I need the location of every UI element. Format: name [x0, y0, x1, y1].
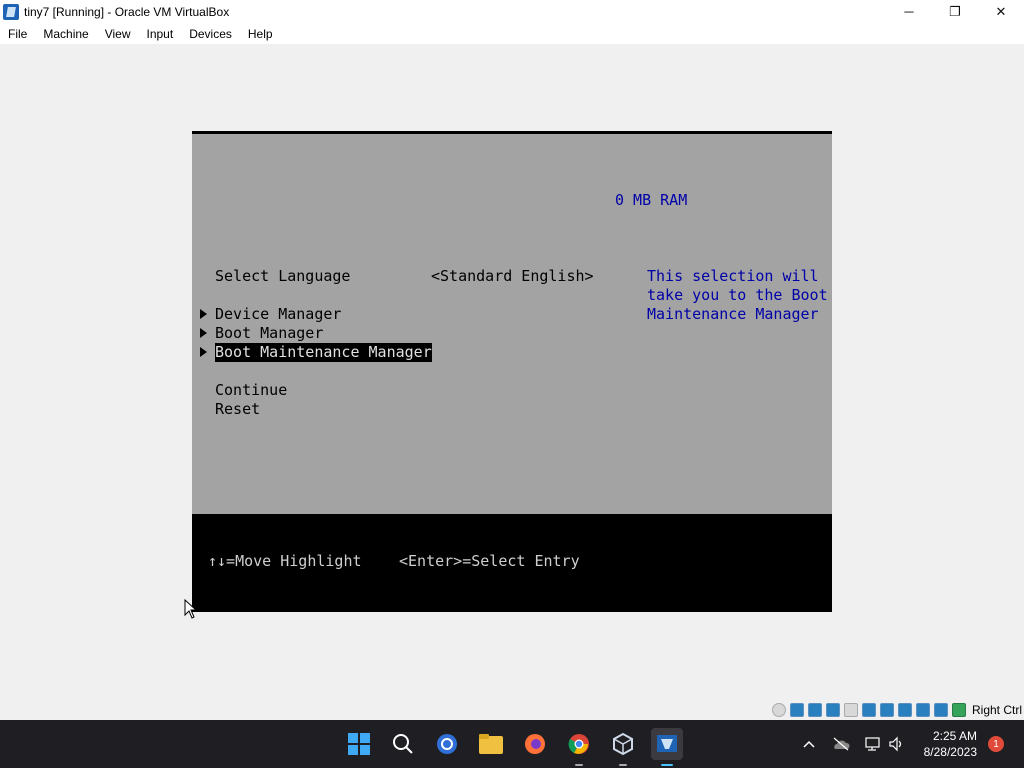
- submenu-arrow-icon: [200, 328, 207, 338]
- onedrive-offline-icon: [833, 737, 850, 751]
- menubar: File Machine View Input Devices Help: [0, 23, 1024, 44]
- video-capture-icon[interactable]: [861, 702, 876, 717]
- vram-icon[interactable]: [915, 702, 930, 717]
- network-icon[interactable]: [807, 702, 822, 717]
- submenu-arrow-icon: [200, 347, 207, 357]
- start-button[interactable]: [343, 728, 375, 760]
- menu-item-device-manager[interactable]: Device Manager: [215, 305, 341, 324]
- usb-icon[interactable]: [789, 702, 804, 717]
- screen-icon[interactable]: [879, 702, 894, 717]
- optical-drive-icon[interactable]: [771, 702, 786, 717]
- taskbar-app-virtualbox-manager[interactable]: [607, 728, 639, 766]
- virtualbox-icon: [3, 3, 19, 20]
- start-icon: [348, 733, 370, 755]
- display-icon[interactable]: [843, 702, 858, 717]
- menu-item-boot-manager[interactable]: Boot Manager: [215, 324, 323, 343]
- language-value[interactable]: <Standard English>: [431, 267, 594, 286]
- search-icon: [393, 734, 413, 754]
- help-text-line: Maintenance Manager: [647, 305, 819, 323]
- window-title: tiny7 [Running] - Oracle VM VirtualBox: [24, 4, 230, 19]
- shared-folders-icon[interactable]: [825, 702, 840, 717]
- vm-statusbar: Right Ctrl: [0, 699, 1024, 720]
- help-text-line: This selection will: [647, 267, 819, 285]
- host-key-icon[interactable]: [951, 702, 966, 717]
- clock[interactable]: 2:25 AM 8/28/2023: [924, 728, 977, 760]
- taskbar: 2:25 AM 8/28/2023 1: [0, 720, 1024, 768]
- mouse-pointer-icon: [184, 599, 196, 619]
- continue-option[interactable]: Continue: [215, 381, 287, 400]
- running-indicator: [619, 764, 627, 766]
- network-icon: [865, 737, 880, 751]
- onedrive-tray[interactable]: [830, 720, 852, 768]
- menu-view[interactable]: View: [105, 27, 131, 41]
- help-text-line: take you to the Boot: [647, 286, 828, 304]
- host-key-label: Right Ctrl: [971, 702, 1022, 717]
- virtualbox-manager-icon: [613, 732, 633, 756]
- ram-info: 0 MB RAM: [615, 191, 688, 209]
- select-language-label[interactable]: Select Language: [215, 267, 350, 286]
- cortana-icon: [437, 734, 457, 754]
- chevron-up-icon: [803, 740, 815, 748]
- footer-move-hint: ↑↓=Move Highlight: [208, 552, 362, 570]
- menu-item-boot-maintenance-manager[interactable]: Boot Maintenance Manager: [215, 343, 432, 362]
- network-tray[interactable]: [862, 720, 884, 768]
- window-controls: ─ ❐ ✕: [886, 0, 1024, 23]
- notification-badge[interactable]: 1: [988, 736, 1004, 752]
- close-button[interactable]: ✕: [978, 0, 1024, 23]
- reset-option[interactable]: Reset: [215, 400, 260, 419]
- taskbar-app-firefox[interactable]: [519, 728, 551, 760]
- window-titlebar[interactable]: tiny7 [Running] - Oracle VM VirtualBox ─…: [0, 0, 1024, 23]
- taskbar-app-file-explorer[interactable]: [475, 728, 507, 760]
- taskbar-app-cortana[interactable]: [431, 728, 463, 760]
- menu-devices[interactable]: Devices: [189, 27, 232, 41]
- firefox-icon: [525, 734, 545, 754]
- menu-help[interactable]: Help: [248, 27, 273, 41]
- bios-screen[interactable]: 0 MB RAM Select Language <Standard Engli…: [192, 131, 832, 612]
- menu-machine[interactable]: Machine: [43, 27, 88, 41]
- mouse-integration-icon[interactable]: [933, 702, 948, 717]
- menu-input[interactable]: Input: [147, 27, 174, 41]
- taskbar-app-virtualbox-vm[interactable]: [651, 728, 683, 766]
- chrome-icon: [568, 734, 589, 754]
- minimize-button[interactable]: ─: [886, 0, 932, 23]
- vm-icon[interactable]: [897, 702, 912, 717]
- volume-icon: [889, 736, 902, 752]
- show-hidden-icons-button[interactable]: [799, 720, 819, 768]
- search-button[interactable]: [387, 728, 419, 760]
- virtualbox-vm-icon: [657, 735, 677, 752]
- footer-select-hint: <Enter>=Select Entry: [399, 552, 580, 570]
- submenu-arrow-icon: [200, 309, 207, 319]
- clock-date: 8/28/2023: [923, 745, 977, 759]
- file-explorer-icon: [479, 734, 503, 754]
- active-indicator: [661, 764, 673, 766]
- taskbar-app-chrome[interactable]: [563, 728, 595, 766]
- menu-file[interactable]: File: [8, 27, 27, 41]
- clock-time: 2:25 AM: [932, 729, 977, 743]
- running-indicator: [575, 764, 583, 766]
- maximize-button[interactable]: ❐: [932, 0, 978, 23]
- volume-tray[interactable]: [886, 720, 908, 768]
